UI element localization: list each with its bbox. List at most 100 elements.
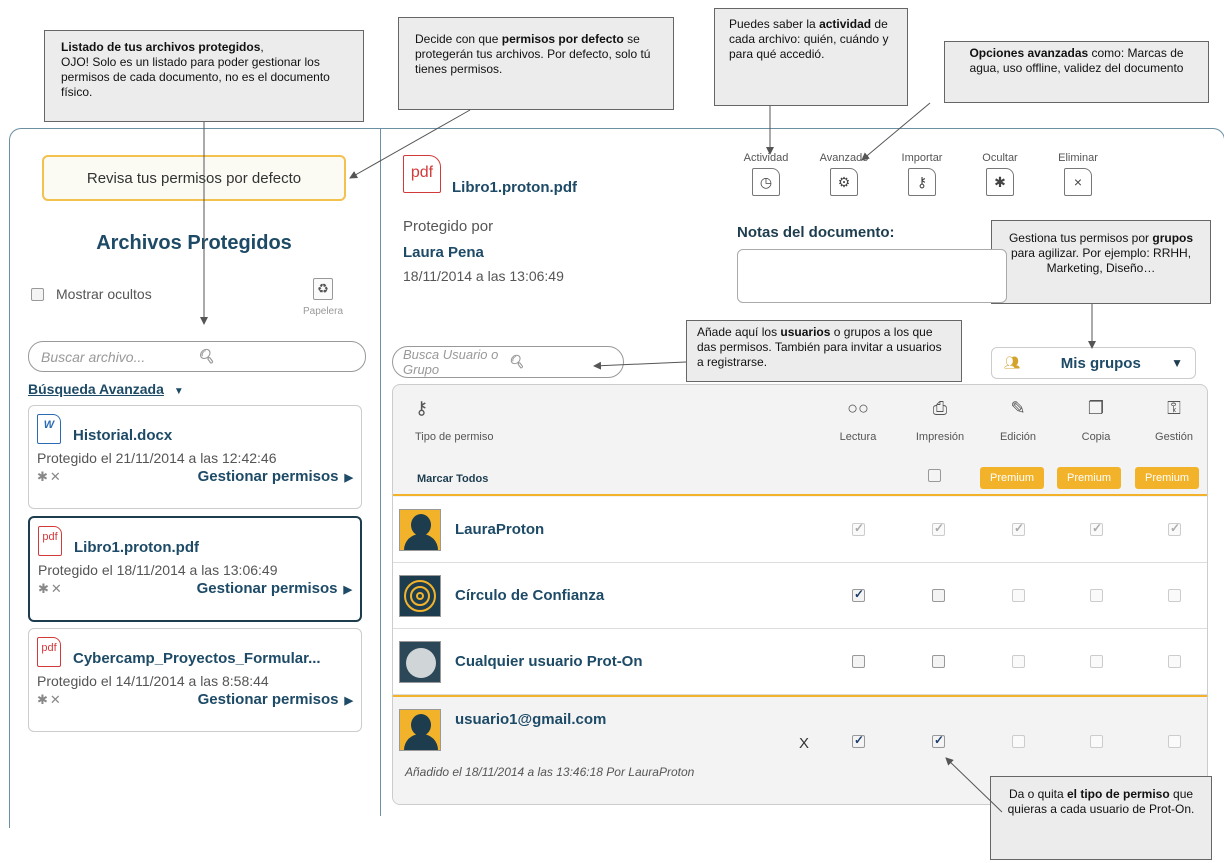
callout-defaults: Decide con que permisos por defecto se p…	[398, 17, 674, 110]
permission-checkbox-impresión[interactable]	[932, 589, 945, 602]
copy-icon: ❐	[1087, 398, 1105, 418]
callout-permission: Da o quita el tipo de permiso que quiera…	[990, 776, 1212, 860]
document-notes-input[interactable]	[737, 249, 1007, 303]
word-file-icon: W	[37, 414, 61, 444]
group-icon: 👥︎	[1004, 355, 1021, 370]
my-groups-label: Mis grupos	[1060, 354, 1141, 372]
permission-checkbox-gestión[interactable]	[1168, 735, 1181, 748]
permission-checkbox-edición[interactable]	[1012, 655, 1025, 668]
chevron-down-icon: ▼	[1171, 356, 1183, 370]
chevron-down-icon: ▼	[173, 386, 184, 397]
mark-all-label: Marcar Todos	[417, 473, 489, 485]
action-importar-button[interactable]: Importar ⚷	[889, 152, 955, 196]
mark-all-print-checkbox[interactable]	[928, 469, 941, 482]
premium-badge-copy[interactable]: Premium	[1057, 467, 1121, 489]
document-owner[interactable]: Laura Pena	[403, 244, 484, 261]
show-hidden-checkbox[interactable]	[31, 287, 44, 301]
document-date: 18/11/2014 a las 13:06:49	[403, 268, 564, 284]
permission-checkbox-copia[interactable]	[1090, 735, 1103, 748]
file-card-cybercamp[interactable]: pdf Cybercamp_Proyectos_Formular... Prot…	[28, 628, 362, 732]
permission-checkbox-lectura[interactable]	[852, 733, 865, 748]
file-date: Protegido el 21/11/2014 a las 12:42:46	[37, 450, 277, 466]
file-card-libro1[interactable]: pdf Libro1.proton.pdf Protegido el 18/11…	[28, 516, 362, 622]
search-icon[interactable]: 🔍︎	[508, 354, 613, 370]
advanced-search-label: Búsqueda Avanzada	[28, 381, 164, 397]
column-lectura: ○○ Lectura	[823, 397, 893, 443]
manage-permissions-link[interactable]: Gestionar permisos ▶	[198, 468, 353, 485]
key-icon: ⚷	[908, 168, 936, 196]
permission-checkbox-lectura[interactable]	[852, 521, 865, 536]
review-default-permissions-button[interactable]: Revisa tus permisos por defecto	[42, 155, 346, 201]
action-ocultar-button[interactable]: Ocultar ✱	[967, 152, 1033, 196]
show-hidden-toggle[interactable]: Mostrar ocultos	[31, 286, 152, 302]
action-label: Actividad	[743, 152, 789, 164]
clock-icon: ◷	[752, 168, 780, 196]
user-row: LauraProton	[393, 497, 1207, 563]
document-name: Libro1.proton.pdf	[452, 179, 577, 196]
permission-checkbox-edición[interactable]	[1012, 521, 1025, 536]
file-name: Libro1.proton.pdf	[74, 539, 199, 556]
permission-checkbox-lectura[interactable]	[852, 587, 865, 602]
column-edición: ✎ Edición	[983, 397, 1053, 443]
my-groups-dropdown[interactable]: 👥︎ Mis grupos ▼	[991, 347, 1196, 379]
protected-files-title: Archivos Protegidos	[96, 232, 292, 254]
permission-checkbox-impresión[interactable]	[932, 655, 945, 668]
manage-permissions-link[interactable]: Gestionar permisos ▶	[198, 691, 353, 708]
permission-checkbox-impresión[interactable]	[932, 521, 945, 536]
glasses-icon: ○○	[847, 398, 869, 418]
permission-checkbox-gestión[interactable]	[1168, 521, 1181, 536]
user-search-input[interactable]: Busca Usuario o Grupo 🔍︎	[392, 346, 624, 378]
column-copia: ❐ Copia	[1061, 397, 1131, 443]
hide-icon: ✱	[986, 168, 1014, 196]
callout-advanced: Opciones avanzadas como: Marcas de agua,…	[944, 41, 1209, 103]
key-icon: ⚷	[415, 398, 429, 418]
advanced-search-link[interactable]: Búsqueda Avanzada ▼	[28, 381, 184, 397]
trash-icon: ♻	[313, 278, 333, 300]
permission-checkbox-gestión[interactable]	[1168, 655, 1181, 668]
premium-badge-manage[interactable]: Premium	[1135, 467, 1199, 489]
user-name: usuario1@gmail.com	[455, 711, 607, 728]
permission-checkbox-lectura[interactable]	[852, 655, 865, 668]
permission-checkbox-copia[interactable]	[1090, 655, 1103, 668]
user-search-placeholder: Busca Usuario o Grupo	[403, 347, 499, 377]
user-name: LauraProton	[455, 521, 545, 538]
pdf-file-icon: pdf	[38, 526, 62, 556]
hide-delete-icons[interactable]: ✱✕	[37, 469, 63, 485]
avatar	[399, 641, 441, 683]
permission-checkbox-copia[interactable]	[1090, 589, 1103, 602]
callout-files-list: Listado de tus archivos protegidos, OJO! …	[44, 30, 364, 122]
file-search-input[interactable]: Buscar archivo... 🔍︎	[28, 341, 366, 372]
mark-all-row: Marcar Todos Premium Premium Premium	[393, 461, 1207, 496]
action-label: Importar	[901, 152, 943, 164]
permission-checkbox-copia[interactable]	[1090, 521, 1103, 536]
manage-permissions-link[interactable]: Gestionar permisos ▶	[197, 580, 352, 597]
close-icon: ×	[1064, 168, 1092, 196]
user-row: Cualquier usuario Prot-On	[393, 629, 1207, 695]
column-label: Copia	[1081, 431, 1111, 443]
action-eliminar-button[interactable]: Eliminar ×	[1045, 152, 1111, 196]
permission-checkbox-gestión[interactable]	[1168, 589, 1181, 602]
action-avanzado-button[interactable]: Avanzado ⚙	[811, 152, 877, 196]
panel-divider	[380, 128, 381, 816]
printer-icon: ⎙	[932, 398, 948, 418]
column-impresión: ⎙ Impresión	[905, 397, 975, 443]
permissions-table-header: ⚷ Tipo de permiso ○○ Lectura ⎙ Impresión ✎ Ed…	[393, 385, 1207, 461]
permission-checkbox-impresión[interactable]	[932, 733, 945, 748]
hide-delete-icons[interactable]: ✱✕	[38, 581, 64, 597]
hide-delete-icons[interactable]: ✱✕	[37, 692, 63, 708]
column-label: Lectura	[839, 431, 877, 443]
file-date: Protegido el 14/11/2014 a las 8:58:44	[37, 673, 269, 689]
file-card-historial[interactable]: W Historial.docx Protegido el 21/11/2014…	[28, 405, 362, 509]
remove-user-button[interactable]: X	[799, 735, 809, 752]
permission-checkbox-edición[interactable]	[1012, 589, 1025, 602]
document-actions: Actividad ◷ Avanzado ⚙ Importar ⚷ Ocultar ✱ Elim…	[733, 152, 1123, 196]
search-icon[interactable]: 🔍︎	[197, 348, 353, 365]
action-actividad-button[interactable]: Actividad ◷	[733, 152, 799, 196]
triangle-right-icon: ▶	[343, 584, 352, 596]
permission-checkbox-edición[interactable]	[1012, 735, 1025, 748]
premium-badge-edit[interactable]: Premium	[980, 467, 1044, 489]
action-label: Avanzado	[819, 152, 869, 164]
file-search-placeholder: Buscar archivo...	[41, 348, 146, 365]
permissions-table: ⚷ Tipo de permiso ○○ Lectura ⎙ Impresión ✎ Ed…	[392, 384, 1208, 805]
trash-button[interactable]: ♻ Papelera	[298, 278, 348, 317]
